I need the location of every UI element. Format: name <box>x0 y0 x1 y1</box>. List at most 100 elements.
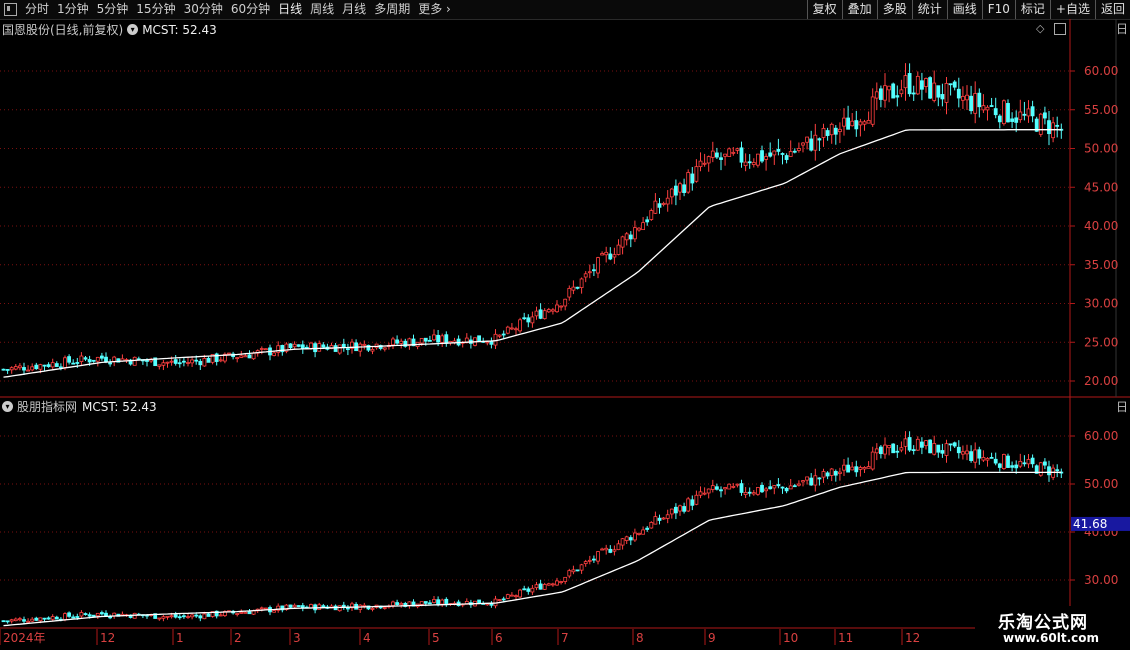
candle-body <box>38 364 43 370</box>
candle-body <box>54 363 59 367</box>
tab-period-monthly[interactable]: 月线 <box>338 1 370 18</box>
candle-body <box>813 475 818 486</box>
candle-body <box>792 150 797 153</box>
candle-body <box>530 316 535 324</box>
candle-body <box>596 257 600 274</box>
tab-period-more[interactable]: 更多 › <box>414 1 455 18</box>
candle-body <box>67 612 71 617</box>
candle-body <box>801 142 805 146</box>
candle-body <box>300 344 305 350</box>
candle-body <box>337 605 342 612</box>
candle-body <box>1026 459 1031 465</box>
candle-body <box>735 148 740 151</box>
candle-body <box>559 305 563 308</box>
candle-body <box>509 327 514 330</box>
window-menu-icon[interactable] <box>4 3 17 16</box>
candle-body <box>337 344 342 354</box>
candle-body <box>797 483 801 486</box>
candle-body <box>817 138 822 141</box>
candle-body <box>34 617 39 621</box>
candle-body <box>26 369 31 372</box>
candle-body <box>956 88 961 99</box>
candle-body <box>702 492 707 495</box>
candle-body <box>522 588 527 591</box>
candle-body <box>50 616 55 620</box>
candle-body <box>637 227 641 231</box>
adjust-button[interactable]: 复权 <box>806 0 842 19</box>
candle-body <box>17 365 22 369</box>
candle-body <box>784 155 789 160</box>
candle-body <box>1047 120 1051 135</box>
candle-body <box>321 344 326 348</box>
candle-body <box>854 120 859 130</box>
candle-body <box>813 134 818 151</box>
candle-body <box>382 347 387 350</box>
candle-body <box>838 471 842 474</box>
candle-body <box>75 616 80 618</box>
tab-period-weekly[interactable]: 周线 <box>306 1 338 18</box>
overlay-button[interactable]: 叠加 <box>841 0 877 19</box>
candle-body <box>915 75 920 95</box>
mark-button[interactable]: 标记 <box>1014 0 1050 19</box>
candle-body <box>887 445 891 449</box>
candle-body <box>9 619 14 622</box>
candle-body <box>764 488 768 492</box>
candle-body <box>75 362 80 364</box>
draw-line-button[interactable]: 画线 <box>946 0 982 19</box>
candle-body <box>259 607 264 610</box>
candle-body <box>391 601 395 606</box>
candle-body <box>641 529 645 535</box>
candle-body <box>95 356 100 362</box>
candle-body <box>497 599 502 601</box>
candle-body <box>895 450 900 453</box>
side-tab-top[interactable]: 日 <box>1116 22 1130 36</box>
candle-body <box>370 608 375 610</box>
candle-body <box>710 150 715 158</box>
candle-body <box>177 362 182 365</box>
candle-body <box>706 156 711 164</box>
candle-body <box>1018 460 1023 467</box>
tab-period-15min[interactable]: 15分钟 <box>132 1 179 18</box>
x-tick-label: 2 <box>234 631 242 645</box>
diamond-icon[interactable]: ◇ <box>1036 22 1044 35</box>
candle-body <box>768 152 773 157</box>
candle-body <box>768 486 773 490</box>
tab-period-daily[interactable]: 日线 <box>274 1 306 18</box>
tab-period-1min[interactable]: 1分钟 <box>53 1 93 18</box>
candle-body <box>551 309 555 312</box>
candle-body <box>538 583 543 590</box>
candle-body <box>272 352 277 356</box>
candle-body <box>181 360 186 363</box>
tab-period-30min[interactable]: 30分钟 <box>180 1 227 18</box>
chevron-down-icon[interactable]: ▾ <box>127 24 139 35</box>
tab-period-5min[interactable]: 5分钟 <box>93 1 133 18</box>
tab-period-60min[interactable]: 60分钟 <box>227 1 274 18</box>
kline-chart[interactable]: 60.00 55.00 50.00 45.00 40.00 35.00 30.00 25.00… <box>0 19 1130 650</box>
back-button[interactable]: 返回 <box>1094 0 1130 19</box>
add-watchlist-button[interactable]: +自选 <box>1049 0 1095 19</box>
candle-body <box>842 117 846 127</box>
candle-body <box>292 343 297 348</box>
side-tab-sub[interactable]: 日 <box>1116 400 1130 414</box>
multi-stock-button[interactable]: 多股 <box>876 0 912 19</box>
candle-body <box>5 369 10 371</box>
statistics-button[interactable]: 统计 <box>911 0 947 19</box>
candle-body <box>1043 112 1047 119</box>
candle-body <box>870 451 875 470</box>
candle-body <box>940 94 945 100</box>
y-tick-label: 25.00 <box>1084 335 1118 349</box>
candle-body <box>600 548 604 551</box>
candle-body <box>42 617 47 620</box>
candle-body <box>165 361 170 364</box>
tab-period-multi[interactable]: 多周期 <box>370 1 414 18</box>
chevron-down-icon[interactable]: ▾ <box>2 401 13 412</box>
candle-body <box>751 162 756 165</box>
candle-body <box>952 442 957 447</box>
panel-toggle-icon[interactable] <box>1054 23 1066 35</box>
candle-body <box>575 286 580 289</box>
candle-body <box>419 601 424 605</box>
f10-button[interactable]: F10 <box>981 0 1015 19</box>
x-tick-label: 5 <box>432 631 440 645</box>
tab-period-intraday[interactable]: 分时 <box>21 1 53 18</box>
candle-body <box>674 185 678 196</box>
